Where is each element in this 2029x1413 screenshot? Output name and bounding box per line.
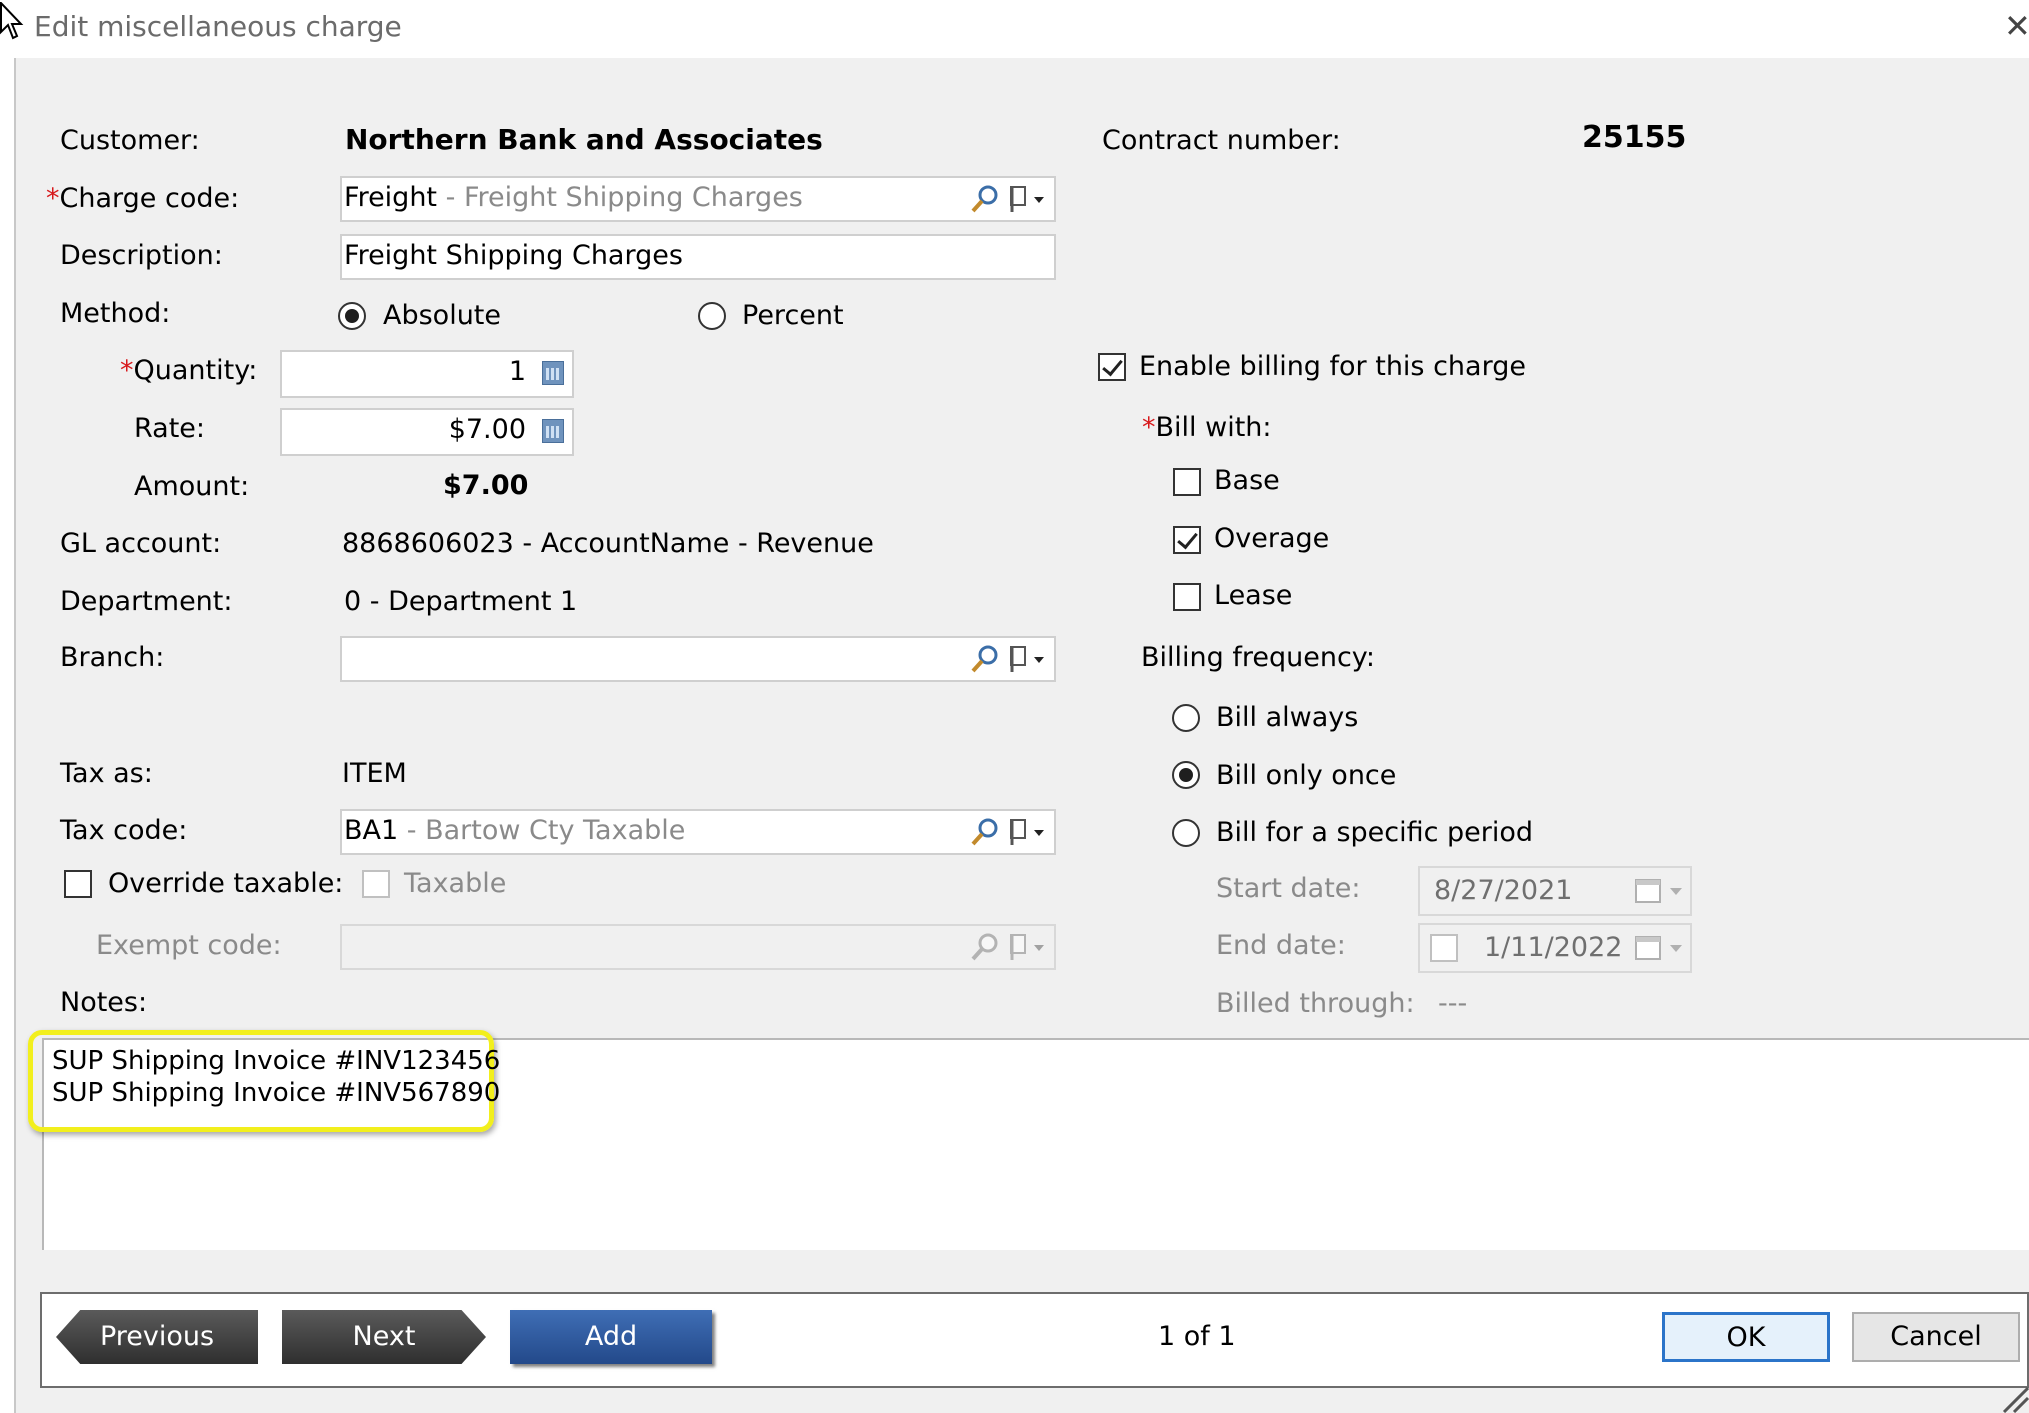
- tax-code-field[interactable]: BA1 - Bartow Cty Taxable: [340, 809, 1056, 855]
- quantity-value: 1: [508, 356, 526, 387]
- contract-number-label: Contract number:: [1102, 125, 1341, 156]
- mouse-cursor-icon: [0, 2, 24, 40]
- magnifier-icon[interactable]: [970, 817, 1000, 847]
- bill-with-label: *Bill with:: [1142, 412, 1272, 443]
- flag-dropdown-icon[interactable]: [1008, 644, 1050, 674]
- flag-dropdown-icon[interactable]: [1008, 932, 1050, 962]
- flag-dropdown-icon[interactable]: [1008, 817, 1050, 847]
- method-percent-radio[interactable]: [698, 302, 726, 330]
- tax-as-value: ITEM: [342, 758, 407, 789]
- bill-specific-period-label: Bill for a specific period: [1216, 817, 1534, 848]
- quantity-label: *Quantity:: [120, 355, 258, 386]
- charge-code-label: *Charge code:: [46, 183, 240, 214]
- taxable-label: Taxable: [404, 868, 507, 899]
- quantity-input[interactable]: 1: [280, 350, 574, 398]
- bill-only-once-label: Bill only once: [1216, 760, 1397, 791]
- tax-code-label: Tax code:: [60, 815, 188, 846]
- end-date-label: End date:: [1216, 930, 1346, 961]
- notes-line: SUP Shipping Invoice #INV567890: [52, 1078, 501, 1108]
- method-percent-label: Percent: [742, 300, 844, 331]
- contract-number-value: 25155: [1582, 120, 1687, 155]
- record-pager: 1 of 1: [1158, 1321, 1236, 1352]
- customer-label: Customer:: [60, 125, 200, 156]
- branch-field[interactable]: [340, 636, 1056, 682]
- enable-billing-checkbox[interactable]: [1098, 353, 1126, 381]
- notes-line: SUP Shipping Invoice #INV123456: [52, 1046, 501, 1076]
- gl-account-label: GL account:: [60, 528, 222, 559]
- bill-with-lease-checkbox[interactable]: [1173, 583, 1201, 611]
- background-window-edge: [0, 58, 16, 1413]
- override-taxable-checkbox[interactable]: [64, 870, 92, 898]
- bill-with-lease-label: Lease: [1214, 580, 1293, 611]
- cancel-button[interactable]: Cancel: [1852, 1312, 2020, 1362]
- bill-with-base-checkbox[interactable]: [1173, 468, 1201, 496]
- bill-with-overage-checkbox[interactable]: [1173, 526, 1201, 554]
- calendar-icon[interactable]: [1634, 934, 1686, 962]
- amount-value: $7.00: [443, 470, 529, 501]
- calendar-icon[interactable]: [1634, 877, 1686, 905]
- rate-input[interactable]: $7.00: [280, 408, 574, 456]
- end-date-field[interactable]: 1/11/2022: [1418, 923, 1692, 973]
- bill-with-base-label: Base: [1214, 465, 1280, 496]
- bill-with-overage-label: Overage: [1214, 523, 1330, 554]
- department-value: 0 - Department 1: [344, 586, 578, 617]
- exempt-code-label: Exempt code:: [96, 930, 282, 961]
- ok-button[interactable]: OK: [1662, 1312, 1830, 1362]
- gl-account-value: 8868606023 - AccountName - Revenue: [342, 528, 874, 559]
- end-date-checkbox[interactable]: [1430, 934, 1458, 962]
- customer-value: Northern Bank and Associates: [345, 123, 823, 156]
- bill-specific-period-radio[interactable]: [1172, 819, 1200, 847]
- calculator-icon[interactable]: [542, 361, 564, 385]
- exempt-code-field[interactable]: [340, 924, 1056, 970]
- rate-value: $7.00: [448, 414, 526, 445]
- notes-label: Notes:: [60, 987, 148, 1018]
- description-label: Description:: [60, 240, 223, 271]
- bill-always-radio[interactable]: [1172, 704, 1200, 732]
- resize-grip-icon[interactable]: [2000, 1382, 2029, 1413]
- rate-label: Rate:: [134, 413, 206, 444]
- billed-through-label: Billed through:: [1216, 988, 1415, 1019]
- amount-label: Amount:: [134, 471, 250, 502]
- magnifier-icon[interactable]: [970, 184, 1000, 214]
- flag-dropdown-icon[interactable]: [1008, 184, 1050, 214]
- close-icon[interactable]: ✕: [2004, 6, 2029, 46]
- description-input[interactable]: Freight Shipping Charges: [340, 234, 1056, 280]
- bill-always-label: Bill always: [1216, 702, 1359, 733]
- method-absolute-label: Absolute: [383, 300, 502, 331]
- bill-only-once-radio[interactable]: [1172, 761, 1200, 789]
- enable-billing-label: Enable billing for this charge: [1139, 351, 1526, 382]
- magnifier-icon[interactable]: [970, 932, 1000, 962]
- department-label: Department:: [60, 586, 233, 617]
- method-absolute-radio[interactable]: [338, 302, 366, 330]
- previous-button[interactable]: Previous: [56, 1310, 258, 1364]
- next-button[interactable]: Next: [282, 1310, 486, 1364]
- magnifier-icon[interactable]: [970, 644, 1000, 674]
- charge-code-field[interactable]: Freight - Freight Shipping Charges: [340, 176, 1056, 222]
- override-taxable-label: Override taxable:: [108, 868, 344, 899]
- calculator-icon[interactable]: [542, 419, 564, 443]
- tax-as-label: Tax as:: [60, 758, 153, 789]
- branch-label: Branch:: [60, 642, 165, 673]
- add-button[interactable]: Add: [510, 1310, 712, 1364]
- method-label: Method:: [60, 298, 171, 329]
- taxable-checkbox[interactable]: [362, 870, 390, 898]
- billing-frequency-label: Billing frequency:: [1141, 642, 1375, 673]
- start-date-field[interactable]: 8/27/2021: [1418, 866, 1692, 916]
- billed-through-value: ---: [1438, 988, 1468, 1019]
- start-date-label: Start date:: [1216, 873, 1361, 904]
- window-title: Edit miscellaneous charge: [34, 10, 402, 43]
